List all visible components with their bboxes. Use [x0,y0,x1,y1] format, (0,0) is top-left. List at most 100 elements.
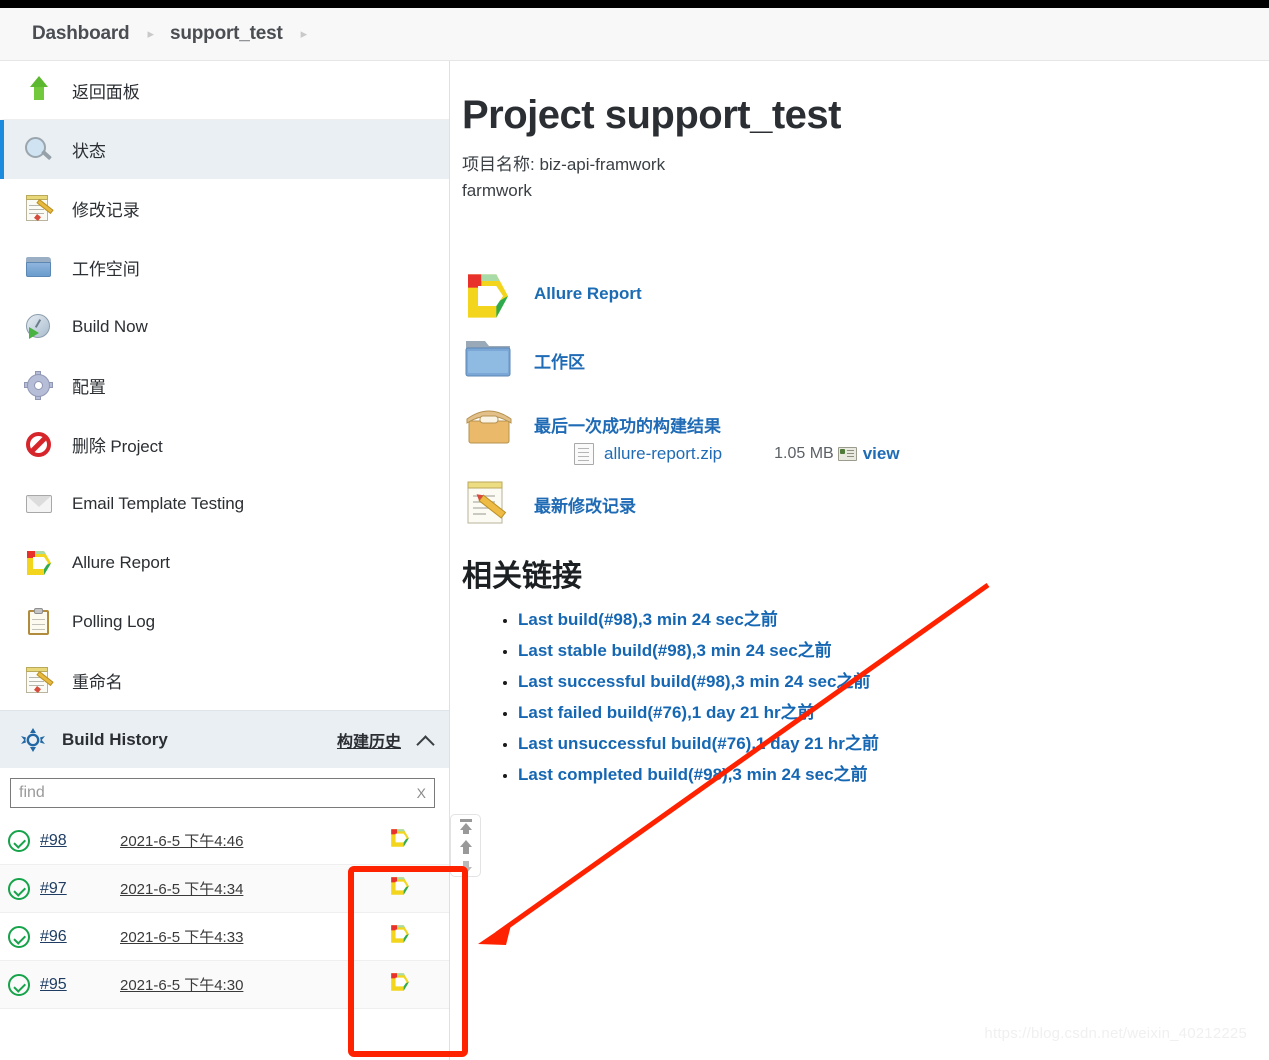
main-content: Project support_test 项目名称: biz-api-framw… [450,61,1269,1060]
build-history-link[interactable]: 构建历史 [337,728,401,752]
sidebar-item-label: 状态 [72,142,106,161]
breadcrumb-item-support-test[interactable]: support_test [170,23,283,45]
notepad-pencil-icon [24,666,54,696]
build-clock-icon [24,312,54,342]
list-item[interactable]: Last stable build(#98),3 min 24 sec之前 [518,636,1269,661]
delete-ban-icon [24,430,54,460]
link-row-recent-changes[interactable]: 最新修改记录 [462,479,1269,529]
related-link[interactable]: Last completed build(#98),3 min 24 sec之前 [518,765,868,784]
build-date-link[interactable]: 2021-6-5 下午4:34 [120,878,243,899]
build-number-link[interactable]: #95 [40,976,120,994]
gear-icon [24,370,54,401]
sidebar-item-configure[interactable]: 配置 [0,356,449,415]
top-black-bar [0,0,1269,8]
allure-icon[interactable] [389,875,411,902]
sidebar-item-polling-log[interactable]: Polling Log [0,592,449,651]
list-item[interactable]: Last failed build(#76),1 day 21 hr之前 [518,698,1269,723]
magnifier-icon [24,135,54,165]
related-link[interactable]: Last successful build(#98),3 min 24 sec之… [518,672,870,691]
sidebar-item-label: 工作空间 [72,260,140,279]
allure-icon[interactable] [389,827,411,854]
related-links-title: 相关链接 [462,560,582,593]
sidebar-item-label: Email Template Testing [72,493,244,513]
status-success-icon [8,877,30,900]
up-arrow-icon [24,75,54,105]
build-number-link[interactable]: #98 [40,832,120,850]
sidebar-item-build-now[interactable]: Build Now [0,297,449,356]
sidebar-item-delete-project[interactable]: 删除 Project [0,415,449,474]
table-row[interactable]: #96 2021-6-5 下午4:33 [0,913,449,961]
sidebar-item-email-template-testing[interactable]: Email Template Testing [0,474,449,533]
build-number-link[interactable]: #96 [40,928,120,946]
folder-icon [24,253,54,283]
table-row[interactable]: #97 2021-6-5 下午4:34 [0,865,449,913]
build-history-icon [20,727,46,753]
table-row[interactable]: #95 2021-6-5 下午4:30 [0,961,449,1009]
view-window-icon [837,447,857,461]
sidebar-item-status[interactable]: 状态 [0,120,449,179]
build-date-link[interactable]: 2021-6-5 下午4:46 [120,830,243,851]
notepad-pencil-icon [24,194,54,224]
related-link[interactable]: Last unsuccessful build(#76),1 day 21 hr… [518,734,879,753]
status-success-icon [8,925,30,948]
project-links: Allure Report 工作区 最后一次成功的构建结果 allure-rep… [462,271,1269,529]
sidebar-item-workspace[interactable]: 工作空间 [0,238,449,297]
breadcrumb: Dashboard ▸ support_test ▸ [0,8,1269,61]
folder-icon [462,335,518,385]
link-row-last-successful-artifacts: 最后一次成功的构建结果 allure-report.zip 1.05 MB vi… [462,399,1269,465]
breadcrumb-item-dashboard[interactable]: Dashboard [32,23,130,45]
scroll-to-top-button[interactable] [458,819,474,836]
build-history-search-area: X [0,768,449,817]
build-date-link[interactable]: 2021-6-5 下午4:33 [120,926,243,947]
list-item[interactable]: Last successful build(#98),3 min 24 sec之… [518,667,1269,692]
project-description-line1: 项目名称: biz-api-framwork [462,155,666,174]
last-successful-build-link[interactable]: 最后一次成功的构建结果 [534,399,900,437]
scroll-down-button[interactable] [458,859,474,876]
sidebar-item-label: 修改记录 [72,201,140,220]
allure-icon[interactable] [389,971,411,998]
sidebar: 返回面板 状态 修改记录 工作空间 Build Now 配置 删除 Projec… [0,61,450,1060]
build-number-link[interactable]: #97 [40,880,120,898]
list-item[interactable]: Last completed build(#98),3 min 24 sec之前 [518,760,1269,785]
workspace-link[interactable]: 工作区 [534,335,585,373]
build-search-box[interactable]: X [10,778,435,808]
chevron-right-icon-2[interactable]: ▸ [301,26,308,42]
allure-icon[interactable] [389,923,411,950]
chevron-up-icon[interactable] [417,731,435,749]
recent-changes-link[interactable]: 最新修改记录 [534,479,636,517]
scroll-up-button[interactable] [458,839,474,856]
sidebar-item-label: 重命名 [72,673,123,692]
list-item[interactable]: Last build(#98),3 min 24 sec之前 [518,605,1269,630]
artifact-name-link[interactable]: allure-report.zip [604,444,722,464]
sidebar-item-back-to-dashboard[interactable]: 返回面板 [0,61,449,120]
link-row-allure-report[interactable]: Allure Report [462,271,1269,321]
status-success-icon [8,973,30,996]
table-row[interactable]: #98 2021-6-5 下午4:46 [0,817,449,865]
mail-icon [24,489,54,519]
related-link[interactable]: Last stable build(#98),3 min 24 sec之前 [518,641,832,660]
build-history-scroll-controls[interactable] [450,814,481,877]
sidebar-item-label: Polling Log [72,611,156,631]
view-link[interactable]: view [863,444,900,464]
related-link[interactable]: Last failed build(#76),1 day 21 hr之前 [518,703,815,722]
link-row-workspace[interactable]: 工作区 [462,335,1269,385]
list-item[interactable]: Last unsuccessful build(#76),1 day 21 hr… [518,729,1269,754]
clipboard-icon [24,607,54,637]
related-link[interactable]: Last build(#98),3 min 24 sec之前 [518,610,778,629]
status-success-icon [8,829,30,852]
allure-icon [24,548,54,578]
build-date-link[interactable]: 2021-6-5 下午4:30 [120,974,243,995]
build-history-title: Build History [62,729,168,749]
allure-report-link[interactable]: Allure Report [534,271,642,304]
sidebar-item-rename[interactable]: 重命名 [0,651,449,710]
sidebar-item-label: 配置 [72,378,106,397]
search-input[interactable] [11,780,417,806]
clear-search-icon[interactable]: X [417,785,434,801]
watermark: https://blog.csdn.net/weixin_40212225 [984,1025,1247,1042]
sidebar-item-label: 返回面板 [72,82,140,102]
sidebar-item-allure-report[interactable]: Allure Report [0,533,449,592]
chevron-right-icon: ▸ [147,26,154,41]
build-history-header: Build History 构建历史 [0,710,449,768]
sidebar-item-changes[interactable]: 修改记录 [0,179,449,238]
artifact-size: 1.05 MB [774,445,834,462]
